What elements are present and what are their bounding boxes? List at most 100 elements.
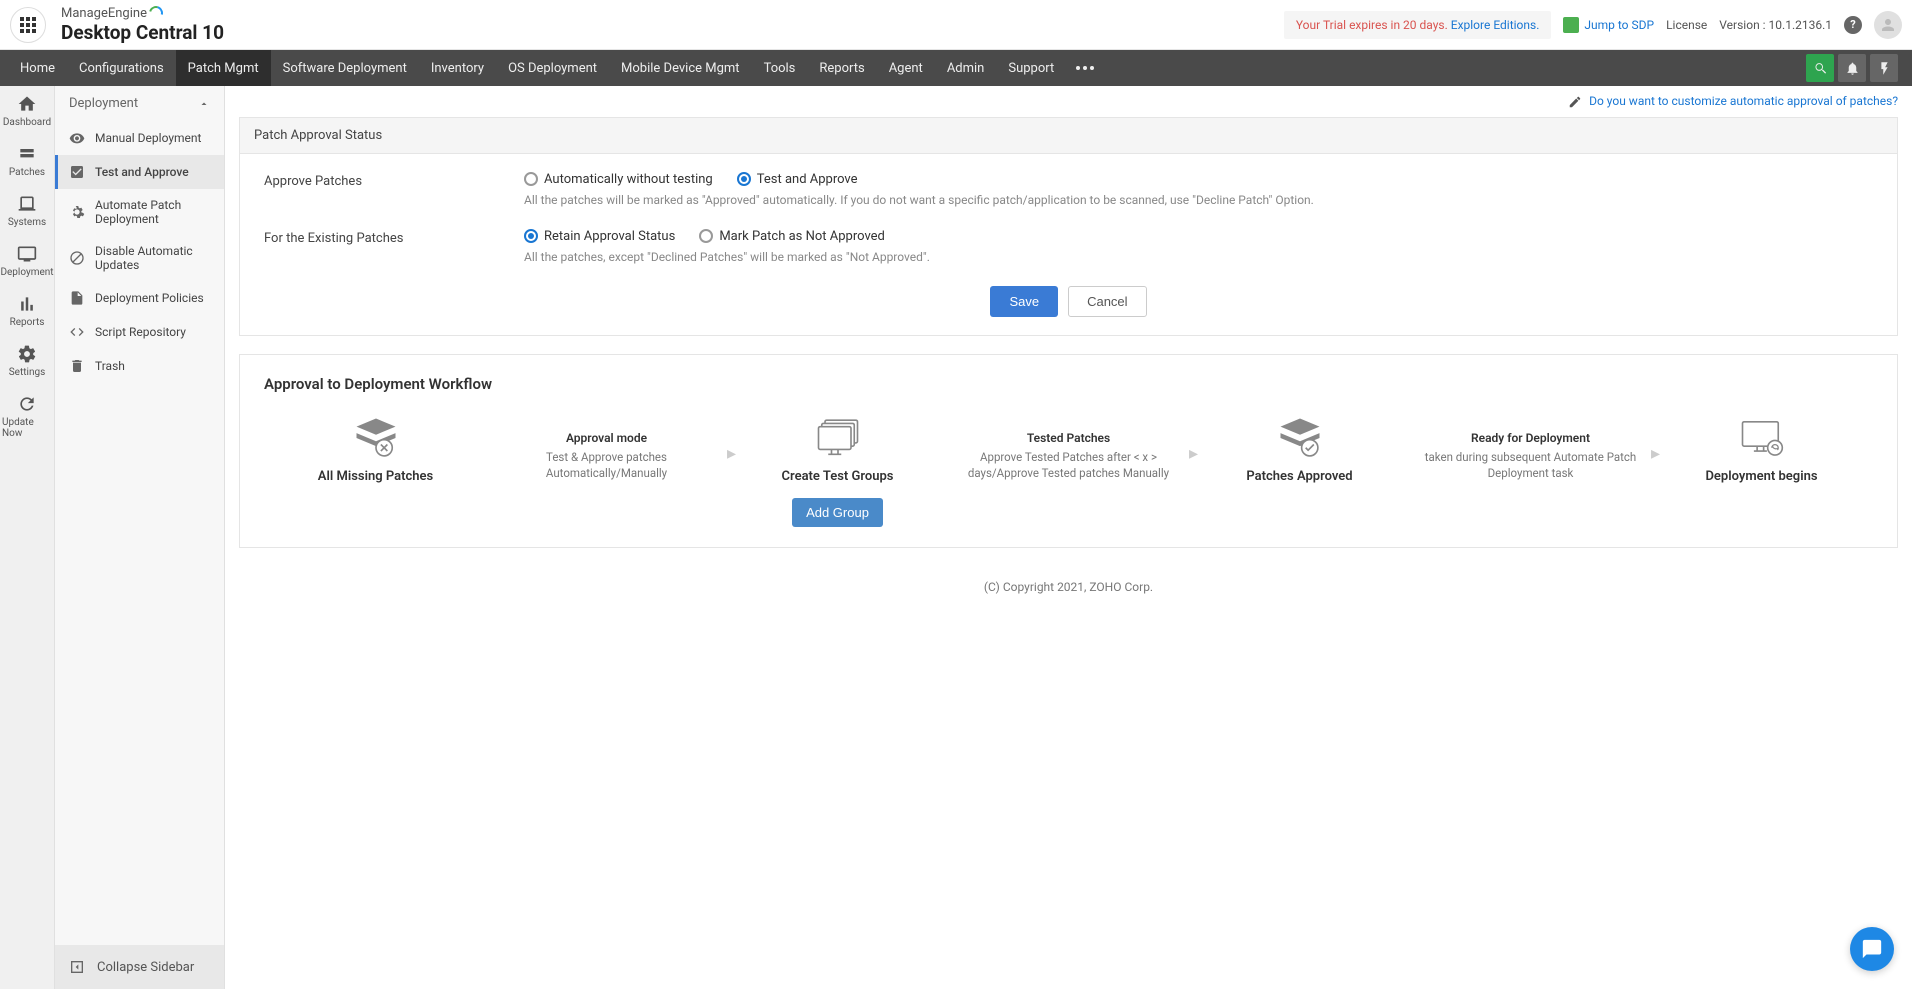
patch-approval-panel: Patch Approval Status Approve Patches Au… [239,117,1898,336]
topnav-item-support[interactable]: Support [996,50,1066,86]
help-icon[interactable]: ? [1844,16,1862,34]
brand-top: ManageEngine [61,6,147,21]
radio-label: Mark Patch as Not Approved [719,229,885,244]
code-icon [69,324,85,340]
edit-icon [1568,95,1582,109]
collapse-icon [69,959,85,975]
workflow-step-label: All Missing Patches [318,469,433,484]
main-content: Do you want to customize automatic appro… [225,86,1912,989]
approve-help-text: All the patches will be marked as "Appro… [524,193,1873,207]
trash-icon [69,358,85,374]
rail-dashboard[interactable]: Dashboard [0,86,54,136]
document-icon [69,290,85,306]
radio-label: Retain Approval Status [544,229,675,244]
customize-bar: Do you want to customize automatic appro… [225,86,1912,117]
topnav-item-tools[interactable]: Tools [752,50,808,86]
left-rail: Dashboard Patches Systems Deployment Rep… [0,86,55,989]
chat-bubble-button[interactable] [1850,927,1894,971]
workflow-between-title: Tested Patches [1027,431,1110,445]
trial-notice: Your Trial expires in 20 days. Explore E… [1284,11,1552,39]
copyright-text: (C) Copyright 2021, ZOHO Corp. [225,566,1912,608]
radio-icon [524,172,538,186]
rail-settings[interactable]: Settings [0,336,54,386]
workflow-arrow-1: Approval mode Test & Approve patches Aut… [487,413,726,481]
sidebar-section-header[interactable]: Deployment [55,86,224,121]
sidebar: Deployment Manual Deployment Test and Ap… [55,86,225,989]
sidebar-item-disable-updates[interactable]: Disable Automatic Updates [55,235,224,281]
topnav-item-reports[interactable]: Reports [807,50,876,86]
radio-auto-without-testing[interactable]: Automatically without testing [524,172,713,187]
radio-retain-status[interactable]: Retain Approval Status [524,229,675,244]
rail-update-now[interactable]: Update Now [0,386,54,447]
quick-action-button[interactable] [1870,54,1898,82]
rail-systems[interactable]: Systems [0,186,54,236]
existing-patches-label: For the Existing Patches [264,229,524,264]
sidebar-item-label: Script Repository [95,325,186,339]
workflow-title: Approval to Deployment Workflow [264,375,1873,393]
app-header: ManageEngine Desktop Central 10 Your Tri… [0,0,1912,50]
disable-icon [69,250,85,266]
workflow-between-text: Approve Tested Patches after < x > days/… [957,449,1180,481]
check-square-icon [69,164,85,180]
topnav-item-os-deployment[interactable]: OS Deployment [496,50,609,86]
cancel-button[interactable]: Cancel [1068,286,1146,317]
stack-x-icon [346,413,406,463]
version-text: Version : 10.1.2136.1 [1719,18,1832,32]
workflow-step-approved: Patches Approved [1188,413,1411,484]
eye-icon [69,130,85,146]
notifications-button[interactable] [1838,54,1866,82]
panel-title: Patch Approval Status [240,118,1897,154]
topnav-item-configurations[interactable]: Configurations [67,50,176,86]
workflow-between-title: Approval mode [566,431,647,445]
topnav-item-admin[interactable]: Admin [935,50,997,86]
sidebar-item-manual-deployment[interactable]: Manual Deployment [55,121,224,155]
radio-test-and-approve[interactable]: Test and Approve [737,172,858,187]
sidebar-item-label: Test and Approve [95,165,189,179]
topnav-item-agent[interactable]: Agent [877,50,935,86]
jump-to-sdp-link[interactable]: Jump to SDP [1563,17,1654,33]
apps-launcher-icon[interactable] [10,7,46,43]
sidebar-section-label: Deployment [69,96,138,111]
radio-label: Test and Approve [757,172,858,187]
sidebar-item-deployment-policies[interactable]: Deployment Policies [55,281,224,315]
trial-text: Your Trial expires in 20 days. [1296,18,1448,32]
workflow-step-label: Create Test Groups [782,469,894,484]
explore-editions-link[interactable]: Explore Editions. [1451,18,1540,32]
workflow-step-missing-patches: All Missing Patches [264,413,487,484]
sidebar-item-label: Disable Automatic Updates [95,244,210,272]
topnav-item-software-deployment[interactable]: Software Deployment [271,50,419,86]
workflow-arrow-2: Tested Patches Approve Tested Patches af… [949,413,1188,481]
topnav-item-mobile-device-mgmt[interactable]: Mobile Device Mgmt [609,50,752,86]
customize-approval-link[interactable]: Do you want to customize automatic appro… [1589,94,1898,108]
save-button[interactable]: Save [990,286,1058,317]
collapse-sidebar-button[interactable]: Collapse Sidebar [55,945,224,989]
workflow-between-title: Ready for Deployment [1471,431,1590,445]
radio-label: Automatically without testing [544,172,713,187]
add-group-button[interactable]: Add Group [792,498,883,527]
stack-check-icon [1270,413,1330,463]
topnav-item-inventory[interactable]: Inventory [419,50,496,86]
topnav-item-patch-mgmt[interactable]: Patch Mgmt [176,50,271,86]
sidebar-item-label: Automate Patch Deployment [95,198,210,226]
sidebar-item-automate-patch[interactable]: Automate Patch Deployment [55,189,224,235]
more-menu-icon[interactable] [1066,66,1104,70]
radio-icon [737,172,751,186]
monitor-refresh-icon [1732,413,1792,463]
search-button[interactable] [1806,54,1834,82]
sidebar-item-test-approve[interactable]: Test and Approve [55,155,224,189]
radio-icon [699,229,713,243]
user-avatar[interactable] [1874,11,1902,39]
license-link[interactable]: License [1666,18,1707,32]
rail-patches[interactable]: Patches [0,136,54,186]
radio-mark-not-approved[interactable]: Mark Patch as Not Approved [699,229,885,244]
rail-reports[interactable]: Reports [0,286,54,336]
sidebar-item-script-repository[interactable]: Script Repository [55,315,224,349]
topnav-item-home[interactable]: Home [8,50,67,86]
gear-icon [69,204,85,220]
workflow-arrow-3: Ready for Deployment taken during subseq… [1411,413,1650,481]
chat-icon [1861,938,1883,960]
top-nav: HomeConfigurationsPatch MgmtSoftware Dep… [0,50,1912,86]
logo: ManageEngine Desktop Central 10 [61,6,224,44]
rail-deployment[interactable]: Deployment [0,236,54,286]
sidebar-item-trash[interactable]: Trash [55,349,224,383]
